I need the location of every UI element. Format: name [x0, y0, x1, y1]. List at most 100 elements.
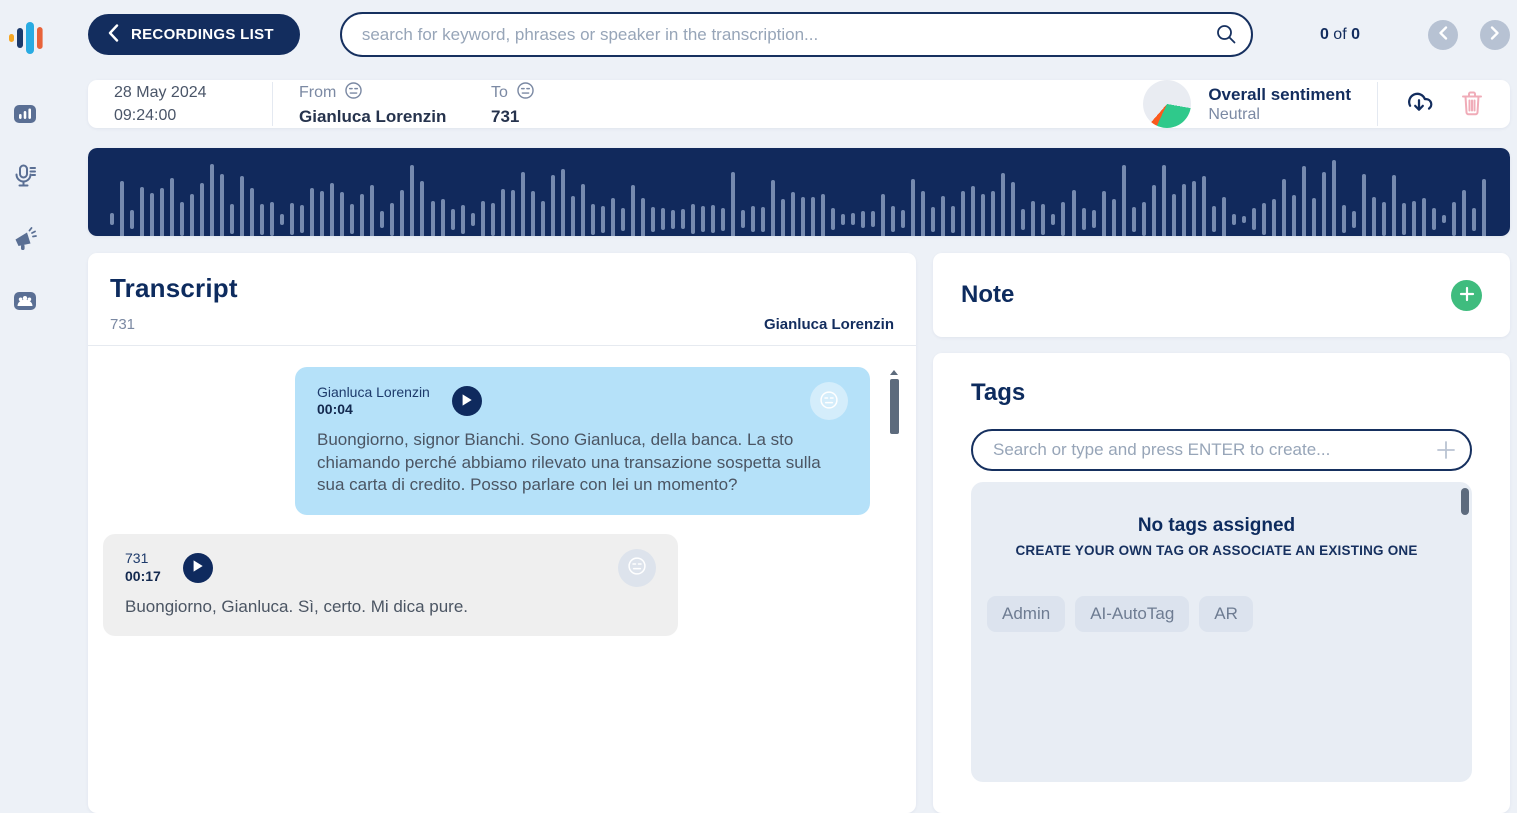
tags-title: Tags	[971, 379, 1472, 407]
overall-sentiment: Overall sentiment Neutral	[1143, 80, 1351, 128]
waveform-bar	[471, 213, 475, 226]
tag-search	[971, 429, 1472, 471]
right-column: Note Tags	[933, 253, 1510, 813]
download-recording-button[interactable]	[1404, 89, 1434, 119]
waveform-bar	[1242, 216, 1246, 223]
waveform-bar	[200, 183, 204, 236]
segment-sentiment-button[interactable]	[810, 382, 848, 420]
waveform-bar	[1342, 205, 1346, 233]
message-timestamp: 00:04	[317, 401, 430, 419]
waveform-bar	[1482, 179, 1486, 236]
message-speaker-block: 73100:17	[125, 550, 161, 585]
waveform-bar	[150, 193, 154, 236]
waveform-bar	[330, 183, 334, 236]
divider	[272, 82, 273, 126]
play-segment-button[interactable]	[452, 386, 482, 416]
waveform-bar	[340, 192, 344, 237]
waveform-bar	[170, 178, 174, 236]
waveform-bar	[1172, 194, 1176, 237]
message-bubble: 73100:17Buongiorno, Gianluca. Sì, certo.…	[103, 534, 678, 637]
transcript-left-party: 731	[110, 316, 135, 333]
waveform-bar	[130, 210, 134, 229]
tag-chip[interactable]: AR	[1199, 596, 1253, 632]
waveform-bar	[420, 181, 424, 237]
waveform-bar	[1152, 185, 1156, 237]
waveform-bar	[1082, 208, 1086, 230]
waveform-seek-area[interactable]	[88, 148, 1510, 236]
previous-recording-button[interactable]	[1428, 20, 1458, 50]
waveform-bar	[1382, 202, 1386, 236]
add-tag-icon[interactable]	[1435, 439, 1457, 466]
waveform-bar	[521, 172, 525, 236]
waveform-bar	[961, 191, 965, 236]
waveform-bar	[601, 206, 605, 233]
scrollbar-thumb[interactable]	[890, 379, 899, 434]
no-tags-title: No tags assigned	[979, 515, 1454, 537]
waveform-bar	[120, 181, 124, 237]
sidebar-item-dashboard[interactable]	[13, 103, 37, 130]
waveform-bar	[621, 208, 625, 231]
transcription-search-input[interactable]	[340, 12, 1253, 57]
waveform-bar	[1192, 181, 1196, 237]
waveform-bar	[1352, 211, 1356, 228]
sidebar-item-recordings[interactable]	[13, 164, 37, 193]
waveform-bar	[1001, 173, 1005, 237]
sidebar-item-teams[interactable]	[13, 290, 37, 317]
waveform-bar	[1312, 198, 1316, 236]
waveform-bar	[1202, 176, 1206, 237]
waveform-bar	[1362, 174, 1366, 236]
waveform-bar	[1472, 208, 1476, 231]
waveform-bar	[1182, 184, 1186, 236]
scrollbar-thumb[interactable]	[1461, 488, 1469, 515]
message-speaker: 731	[125, 550, 161, 568]
waveform-bar	[400, 190, 404, 236]
waveform-bar	[791, 192, 795, 236]
megaphone-icon	[13, 238, 37, 255]
message-bubble: Gianluca Lorenzin00:04Buongiorno, signor…	[295, 367, 870, 515]
waveform-bar	[1372, 197, 1376, 237]
waveform-bar	[1262, 203, 1266, 235]
scroll-up-arrow-icon[interactable]	[890, 370, 898, 375]
recordings-list-back-button[interactable]: RECORDINGS LIST	[88, 14, 300, 55]
waveform-bar	[551, 175, 555, 236]
waveform-bar	[641, 198, 645, 236]
trash-icon	[1460, 90, 1484, 119]
search-icon[interactable]	[1215, 23, 1237, 50]
segment-sentiment-button[interactable]	[618, 549, 656, 587]
delete-recording-button[interactable]	[1460, 90, 1484, 119]
neutral-face-icon	[627, 556, 647, 579]
next-recording-button[interactable]	[1480, 20, 1510, 50]
waveform-bar	[1292, 195, 1296, 236]
waveform-bar	[731, 172, 735, 237]
waveform-bar	[220, 174, 224, 237]
no-tags-subtitle: CREATE YOUR OWN TAG OR ASSOCIATE AN EXIS…	[979, 543, 1454, 558]
waveform-bar	[871, 211, 875, 227]
play-segment-button[interactable]	[183, 553, 213, 583]
waveform-bar	[410, 165, 414, 236]
waveform-bar	[901, 210, 905, 228]
neutral-face-icon	[819, 390, 839, 413]
transcript-panel: Transcript 731 Gianluca Lorenzin Gianluc…	[88, 253, 916, 813]
waveform-bar	[360, 194, 364, 237]
waveform-bar	[270, 202, 274, 236]
tag-chip[interactable]: AI-AutoTag	[1075, 596, 1189, 632]
add-note-button[interactable]	[1451, 280, 1482, 311]
cloud-download-icon	[1404, 89, 1434, 119]
waveform-bar	[1212, 206, 1216, 232]
tag-search-input[interactable]	[971, 429, 1472, 471]
transcript-title: Transcript	[110, 273, 894, 304]
waveform-bar	[1282, 179, 1286, 237]
sidebar-item-announcements[interactable]	[13, 227, 37, 256]
waveform-bar	[991, 191, 995, 237]
waveform-bar	[531, 191, 535, 237]
chevron-left-icon	[108, 24, 119, 46]
waveform-bar	[310, 188, 314, 237]
waveform-bar	[1122, 165, 1126, 237]
divider	[1377, 82, 1378, 126]
neutral-face-icon	[516, 81, 535, 105]
to-name: 731	[491, 107, 683, 127]
recording-date: 28 May 2024	[114, 81, 246, 104]
tag-chip[interactable]: Admin	[987, 596, 1065, 632]
waveform-bar	[370, 185, 374, 237]
waveform-bar	[1392, 175, 1396, 237]
